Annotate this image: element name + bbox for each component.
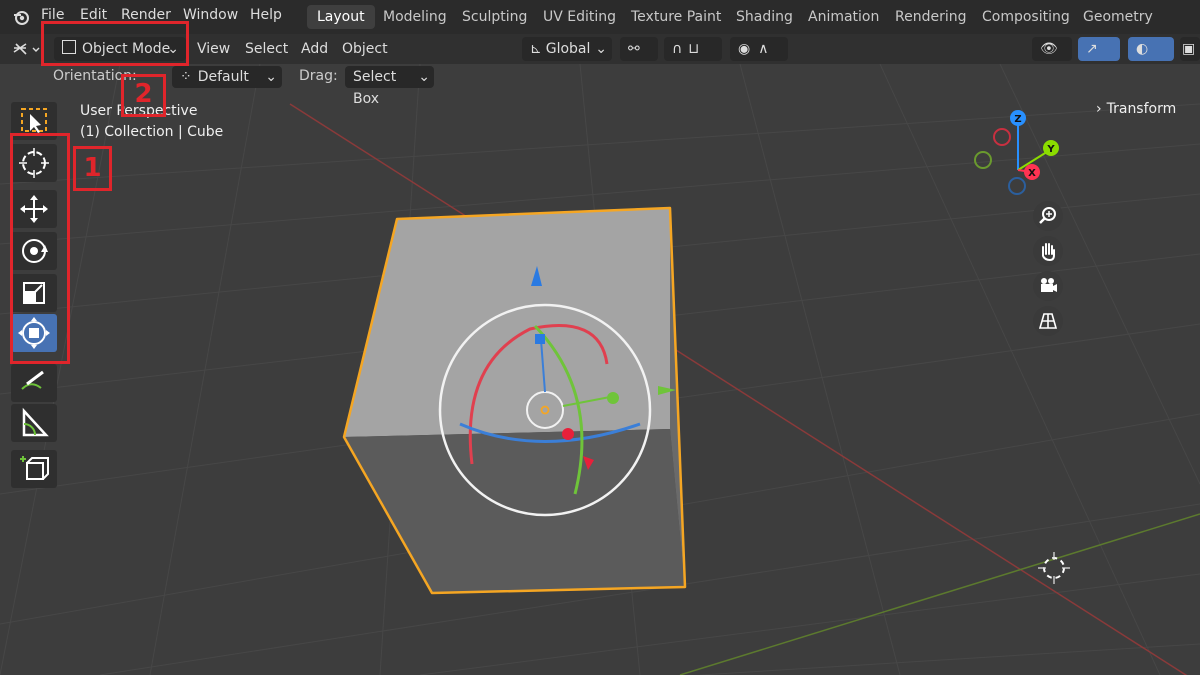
annotation-label-box-1: 1 bbox=[73, 146, 112, 191]
tab-texture-paint[interactable]: Texture Paint bbox=[621, 5, 731, 29]
orientation-dropdown[interactable]: ⁘ Default ⌄ bbox=[172, 66, 282, 88]
falloff-curve-icon: ∧ bbox=[758, 41, 769, 57]
perspective-toggle-button[interactable] bbox=[1033, 306, 1063, 336]
camera-view-button[interactable] bbox=[1033, 271, 1063, 301]
visibility-button[interactable]: 👁 bbox=[1032, 37, 1072, 61]
menu-window[interactable]: Window bbox=[183, 7, 238, 23]
zoom-button[interactable] bbox=[1033, 201, 1063, 231]
drag-label: Drag: bbox=[299, 68, 338, 84]
gizmo-icon: ↗ bbox=[1086, 41, 1098, 57]
xray-icon: ▣ bbox=[1182, 41, 1196, 57]
tab-layout[interactable]: Layout bbox=[307, 5, 375, 29]
annotate-tool[interactable] bbox=[11, 364, 57, 402]
snapping-button[interactable]: ∩ ⊔ bbox=[664, 37, 722, 61]
overlays-icon: ◐ bbox=[1136, 41, 1149, 57]
chevron-right-icon: › bbox=[1096, 101, 1102, 117]
measure-tool[interactable] bbox=[11, 404, 57, 442]
transform-panel-label: Transform bbox=[1106, 101, 1177, 117]
gizmo-toggle-button[interactable]: ↗ bbox=[1078, 37, 1120, 61]
menu-object[interactable]: Object bbox=[342, 37, 388, 61]
menu-view[interactable]: View bbox=[197, 37, 230, 61]
zoom-icon bbox=[1039, 207, 1056, 224]
axis-z-label: Z bbox=[1014, 114, 1021, 125]
chevron-down-icon: ⌄ bbox=[418, 69, 430, 85]
pivot-point-button[interactable]: ⚯ bbox=[620, 37, 658, 61]
tab-modeling[interactable]: Modeling bbox=[373, 5, 457, 29]
hand-icon bbox=[1042, 243, 1055, 262]
axis-y-label: Y bbox=[1046, 144, 1055, 155]
ruler-icon bbox=[22, 407, 49, 437]
annotation-box-1 bbox=[10, 133, 70, 364]
transform-panel-toggle[interactable]: › Transform bbox=[1096, 101, 1176, 117]
editor-type-icon[interactable] bbox=[12, 40, 42, 58]
camera-icon bbox=[1041, 278, 1057, 292]
snap-increment-icon: ⊔ bbox=[688, 41, 700, 57]
add-cube-tool[interactable] bbox=[11, 450, 57, 488]
pan-button[interactable] bbox=[1033, 236, 1063, 266]
link-icon: ⚯ bbox=[628, 41, 640, 57]
add-cube-icon bbox=[20, 456, 49, 480]
proportional-edit-icon: ◉ bbox=[738, 41, 751, 57]
proportional-edit-button[interactable]: ◉ ∧ bbox=[730, 37, 788, 61]
tab-sculpting[interactable]: Sculpting bbox=[452, 5, 537, 29]
axis-x-label: X bbox=[1028, 168, 1036, 179]
tab-rendering[interactable]: Rendering bbox=[885, 5, 977, 29]
annotate-pencil-icon bbox=[21, 370, 44, 390]
annotation-number-1: 1 bbox=[83, 153, 102, 183]
orientation-axes-icon: ⊾ bbox=[530, 41, 542, 57]
tab-animation[interactable]: Animation bbox=[798, 5, 889, 29]
tool-settings-bar: Orientation: ⁘ Default ⌄ Drag: Select Box… bbox=[0, 64, 1200, 107]
menu-select[interactable]: Select bbox=[245, 37, 288, 61]
annotation-label-box-2: 2 bbox=[121, 74, 166, 117]
overlays-toggle-button[interactable]: ◐ bbox=[1128, 37, 1174, 61]
transform-orientation-dropdown[interactable]: ⊾ Global ⌄ bbox=[522, 37, 612, 61]
tab-shading[interactable]: Shading bbox=[726, 5, 803, 29]
collection-info-label: (1) Collection | Cube bbox=[80, 124, 224, 140]
drag-dropdown[interactable]: Select Box ⌄ bbox=[345, 66, 434, 107]
tab-compositing[interactable]: Compositing bbox=[972, 5, 1080, 29]
menu-help[interactable]: Help bbox=[250, 7, 282, 23]
3d-viewport[interactable]: Z Y X User Perspective (1) Collection | … bbox=[0, 64, 1200, 675]
chevron-down-icon: ⌄ bbox=[595, 41, 607, 57]
orientation-value: Default bbox=[197, 69, 249, 85]
tab-geometry-nodes[interactable]: Geometry Nodes bbox=[1073, 5, 1200, 49]
annotation-number-2: 2 bbox=[134, 79, 153, 109]
blender-logo-icon[interactable] bbox=[12, 8, 30, 26]
xray-toggle-button[interactable]: ▣ bbox=[1180, 37, 1200, 61]
menu-add[interactable]: Add bbox=[301, 37, 328, 61]
orientation-label: Global bbox=[545, 41, 591, 57]
eye-icon: 👁 bbox=[1040, 41, 1058, 57]
annotation-box-2 bbox=[41, 21, 189, 66]
grid-perspective-icon bbox=[1038, 313, 1058, 329]
tab-uv-editing[interactable]: UV Editing bbox=[533, 5, 626, 29]
orientation-gizmo-icon: ⁘ bbox=[180, 69, 192, 85]
magnet-icon: ∩ bbox=[672, 41, 683, 57]
chevron-down-icon: ⌄ bbox=[265, 69, 277, 85]
